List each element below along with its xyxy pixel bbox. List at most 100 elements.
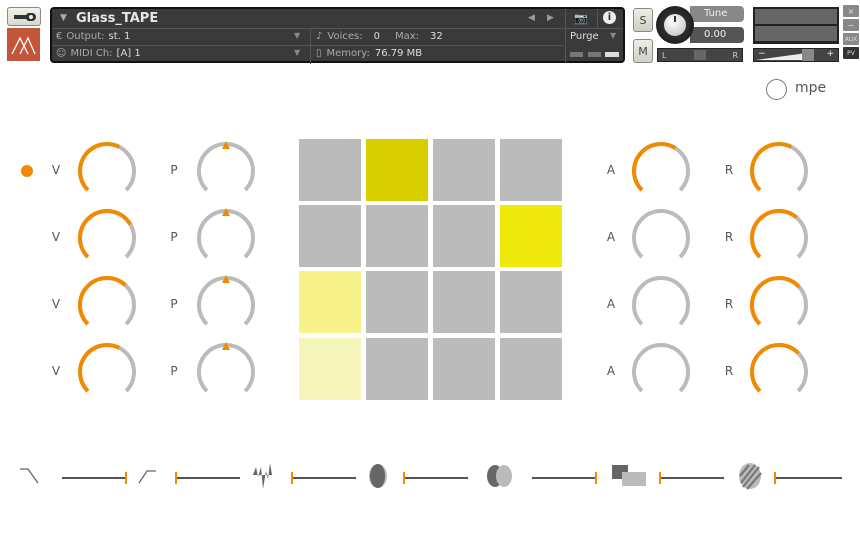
midi-icon: ☺ bbox=[56, 48, 67, 59]
max-label: Max: bbox=[394, 31, 420, 42]
pitch-label: P bbox=[170, 364, 178, 378]
output-select[interactable]: st. 1 bbox=[108, 31, 130, 42]
slider-handle[interactable] bbox=[403, 472, 405, 484]
output-dropdown-icon[interactable]: ▼ bbox=[294, 31, 300, 40]
pad[interactable] bbox=[500, 139, 562, 201]
slider-handle[interactable] bbox=[659, 472, 661, 484]
effect-slider[interactable] bbox=[659, 472, 724, 484]
slider-handle[interactable] bbox=[125, 472, 127, 484]
release-knob[interactable] bbox=[747, 206, 811, 270]
purge-dropdown-icon[interactable]: ▼ bbox=[610, 31, 616, 40]
effect-slider[interactable] bbox=[403, 472, 468, 484]
pad[interactable] bbox=[433, 139, 495, 201]
prev-instrument-icon[interactable]: ◀ bbox=[528, 13, 535, 23]
slider-handle[interactable] bbox=[175, 472, 177, 484]
pitch-knob[interactable] bbox=[194, 139, 258, 203]
mute-button[interactable]: M bbox=[633, 39, 653, 63]
purge-button[interactable]: Purge bbox=[570, 31, 599, 42]
pad[interactable] bbox=[299, 271, 361, 333]
knob-value-arc bbox=[750, 142, 793, 192]
pad[interactable] bbox=[500, 205, 562, 267]
effect-slider[interactable] bbox=[62, 472, 127, 484]
meter-bar bbox=[570, 52, 583, 57]
meter-bar bbox=[605, 52, 619, 57]
pitch-knob[interactable] bbox=[194, 206, 258, 270]
volume-handle[interactable] bbox=[802, 49, 814, 61]
pad[interactable] bbox=[500, 271, 562, 333]
attack-label: A bbox=[606, 364, 616, 378]
pad[interactable] bbox=[366, 205, 428, 267]
attack-knob[interactable] bbox=[629, 139, 693, 203]
camera-icon[interactable]: 📷 bbox=[574, 12, 588, 25]
close-button[interactable]: × bbox=[843, 5, 859, 17]
pad[interactable] bbox=[500, 338, 562, 400]
highpass-filter-icon[interactable] bbox=[137, 463, 171, 491]
tune-value[interactable]: 0.00 bbox=[690, 27, 744, 43]
knob-track bbox=[197, 276, 255, 326]
pan-handle[interactable] bbox=[694, 50, 706, 60]
velocity-label: V bbox=[51, 297, 61, 311]
pad[interactable] bbox=[299, 338, 361, 400]
release-knob[interactable] bbox=[747, 139, 811, 203]
phaser-icon[interactable] bbox=[365, 463, 399, 491]
pad[interactable] bbox=[366, 338, 428, 400]
pad[interactable] bbox=[299, 205, 361, 267]
effect-slider[interactable] bbox=[291, 472, 356, 484]
instrument-name[interactable]: Glass_TAPE bbox=[76, 11, 158, 26]
midi-select[interactable]: [A] 1 bbox=[117, 48, 141, 59]
pad[interactable] bbox=[366, 139, 428, 201]
midi-dropdown-icon[interactable]: ▼ bbox=[294, 48, 300, 57]
volume-slider[interactable]: − + bbox=[753, 48, 839, 62]
next-instrument-icon[interactable]: ▶ bbox=[547, 13, 554, 23]
mpe-toggle[interactable] bbox=[766, 79, 787, 100]
pad[interactable] bbox=[433, 271, 495, 333]
release-label: R bbox=[724, 230, 734, 244]
slider-handle[interactable] bbox=[595, 472, 597, 484]
delay-icon[interactable] bbox=[612, 463, 646, 491]
knob-value-arc bbox=[750, 343, 800, 393]
pad[interactable] bbox=[366, 271, 428, 333]
effect-slider[interactable] bbox=[774, 472, 842, 484]
tune-knob[interactable] bbox=[656, 6, 694, 44]
reverb-icon[interactable] bbox=[737, 463, 771, 491]
info-icon[interactable]: i bbox=[603, 11, 616, 24]
attack-knob[interactable] bbox=[629, 206, 693, 270]
collapse-arrow-icon[interactable]: ▼ bbox=[60, 13, 67, 23]
release-knob[interactable] bbox=[747, 273, 811, 337]
level-meter bbox=[753, 7, 839, 44]
pv-button[interactable]: PV bbox=[843, 47, 859, 59]
tune-label: Tune bbox=[690, 6, 744, 22]
aux-button[interactable]: AUX bbox=[843, 33, 859, 45]
pad[interactable] bbox=[433, 205, 495, 267]
voices-label: Voices: bbox=[327, 31, 363, 42]
pitch-knob[interactable] bbox=[194, 273, 258, 337]
active-row-indicator[interactable] bbox=[21, 165, 33, 177]
attack-knob[interactable] bbox=[629, 340, 693, 404]
pad[interactable] bbox=[299, 139, 361, 201]
attack-knob[interactable] bbox=[629, 273, 693, 337]
velocity-knob[interactable] bbox=[75, 273, 139, 337]
pitch-knob[interactable] bbox=[194, 340, 258, 404]
minimize-button[interactable]: − bbox=[843, 19, 859, 31]
effect-slider[interactable] bbox=[175, 472, 240, 484]
release-knob[interactable] bbox=[747, 340, 811, 404]
effect-slider[interactable] bbox=[532, 472, 597, 484]
distortion-icon[interactable] bbox=[252, 463, 286, 491]
chorus-icon[interactable] bbox=[485, 463, 519, 491]
velocity-knob[interactable] bbox=[75, 340, 139, 404]
memory-value: 76.79 MB bbox=[374, 48, 423, 59]
velocity-knob[interactable] bbox=[75, 139, 139, 203]
slider-handle[interactable] bbox=[291, 472, 293, 484]
lowpass-filter-icon[interactable] bbox=[18, 463, 52, 491]
velocity-knob[interactable] bbox=[75, 206, 139, 270]
pad[interactable] bbox=[433, 338, 495, 400]
knob-track bbox=[632, 343, 690, 393]
release-label: R bbox=[724, 297, 734, 311]
pan-left-label: L bbox=[662, 51, 667, 60]
settings-wrench-button[interactable] bbox=[7, 7, 41, 26]
slider-handle[interactable] bbox=[774, 472, 776, 484]
velocity-label: V bbox=[51, 230, 61, 244]
solo-button[interactable]: S bbox=[633, 8, 653, 32]
pan-slider[interactable]: L R bbox=[657, 48, 743, 62]
max-voices-value[interactable]: 32 bbox=[430, 31, 443, 42]
